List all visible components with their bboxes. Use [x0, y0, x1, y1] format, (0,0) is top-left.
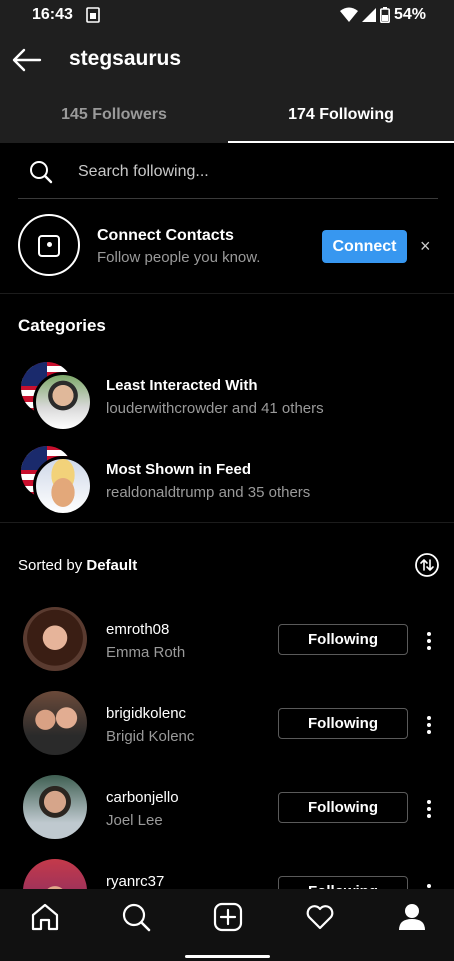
sort-icon[interactable]	[415, 553, 439, 577]
search-input[interactable]: Search following...	[78, 163, 209, 181]
status-bar: 16:43 54%	[0, 0, 454, 31]
full-name: Emma Roth	[106, 644, 186, 661]
category-subtitle: louderwithcrowder and 41 others	[106, 400, 324, 417]
following-button[interactable]: Following	[278, 876, 408, 889]
page-title: stegsaurus	[69, 47, 182, 70]
list-item[interactable]: emroth08 Emma Roth Following	[0, 604, 454, 676]
avatar	[23, 775, 87, 839]
home-indicator	[185, 955, 270, 958]
divider	[0, 293, 454, 294]
full-name: Brigid Kolenc	[106, 728, 195, 745]
battery-percent: 54%	[393, 6, 426, 23]
tab-followers[interactable]: 145 Followers	[0, 106, 228, 124]
sort-prefix: Sorted by	[18, 557, 87, 574]
avatar	[33, 372, 93, 432]
category-most-shown[interactable]: Most Shown in Feed realdonaldtrump and 3…	[0, 442, 454, 518]
connect-contacts-title: Connect Contacts	[97, 227, 234, 244]
list-item[interactable]: brigidkolenc Brigid Kolenc Following	[0, 688, 454, 760]
sim-icon	[86, 7, 100, 23]
search-underline	[18, 198, 438, 199]
heart-icon[interactable]	[305, 902, 335, 932]
wifi-icon	[339, 7, 358, 22]
contact-card-icon	[38, 235, 60, 257]
new-post-icon[interactable]	[213, 902, 243, 932]
active-tab-indicator	[228, 141, 454, 143]
list-item[interactable]: ryanrc37 Following	[0, 856, 454, 889]
profile-icon[interactable]	[397, 902, 427, 932]
more-icon[interactable]	[423, 798, 435, 820]
search-icon	[30, 161, 53, 184]
signal-icon	[361, 8, 376, 22]
category-title: Least Interacted With	[106, 377, 258, 394]
more-icon[interactable]	[423, 714, 435, 736]
close-icon[interactable]: ×	[420, 236, 431, 257]
category-least-interacted[interactable]: Least Interacted With louderwithcrowder …	[0, 358, 454, 434]
battery-icon	[379, 7, 390, 23]
category-title: Most Shown in Feed	[106, 461, 251, 478]
full-name: Joel Lee	[106, 812, 163, 829]
connect-contacts-subtitle: Follow people you know.	[97, 249, 261, 266]
username: carbonjello	[106, 789, 179, 806]
list-item[interactable]: carbonjello Joel Lee Following	[0, 772, 454, 844]
avatar	[33, 456, 93, 516]
sort-label[interactable]: Sorted by Default	[18, 557, 137, 574]
username: emroth08	[106, 621, 170, 638]
divider	[0, 522, 454, 523]
avatar	[23, 691, 87, 755]
following-button[interactable]: Following	[278, 792, 408, 823]
connect-button[interactable]: Connect	[322, 230, 407, 263]
avatar	[23, 859, 87, 889]
avatar	[23, 607, 87, 671]
categories-heading: Categories	[18, 316, 106, 335]
home-icon[interactable]	[30, 902, 60, 932]
back-arrow-icon[interactable]	[12, 47, 42, 73]
following-button[interactable]: Following	[278, 708, 408, 739]
more-icon[interactable]	[423, 630, 435, 652]
username: ryanrc37	[106, 873, 165, 889]
status-time: 16:43	[32, 6, 73, 23]
status-right: 54%	[339, 6, 426, 24]
category-subtitle: realdonaldtrump and 35 others	[106, 484, 311, 501]
more-icon[interactable]	[423, 882, 435, 889]
tab-following[interactable]: 174 Following	[228, 106, 454, 124]
explore-icon[interactable]	[121, 902, 151, 932]
following-button[interactable]: Following	[278, 624, 408, 655]
username: brigidkolenc	[106, 705, 187, 722]
sort-value: Default	[86, 557, 138, 574]
